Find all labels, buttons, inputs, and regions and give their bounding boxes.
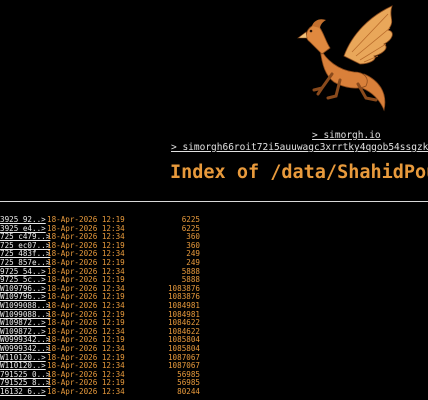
file-listing: 3925 92..> 18-Apr-2026 12:19 6225 3925 e4..… bbox=[0, 215, 210, 397]
divider bbox=[0, 201, 428, 202]
file-link[interactable]: 16132 6..> bbox=[0, 387, 46, 397]
file-size: 80244 bbox=[177, 386, 200, 396]
site-link[interactable]: > simorgh.io bbox=[312, 130, 381, 141]
file-row: 16132 6..> 18-Apr-2026 12:34 80244 bbox=[0, 386, 210, 397]
simorgh-griffin-logo-icon bbox=[297, 5, 393, 112]
onion-mirror-link[interactable]: > simorgh66roit72i5auuwagc3xrrtky4qgob54… bbox=[171, 142, 428, 153]
file-date: 18-Apr-2026 12:34 bbox=[47, 386, 125, 396]
page-title: Index of /data/ShahidPou bbox=[170, 162, 428, 183]
